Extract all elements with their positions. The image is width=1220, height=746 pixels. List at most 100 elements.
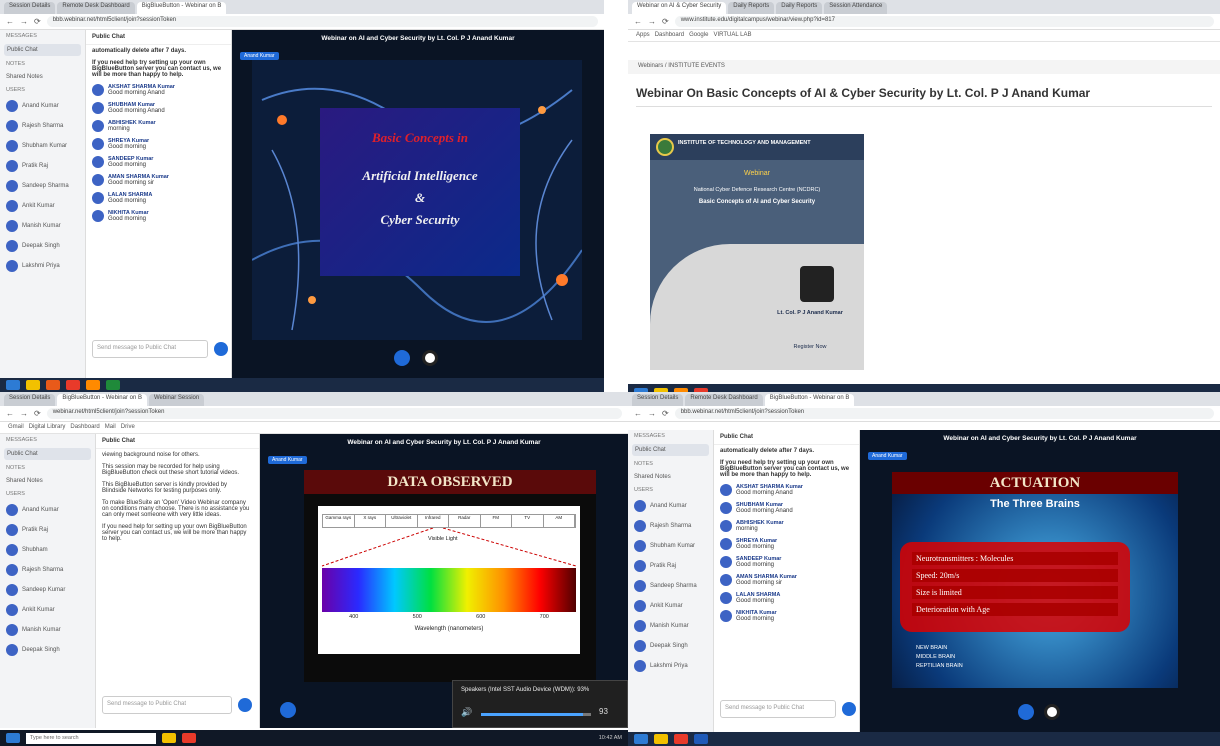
send-button[interactable] xyxy=(214,342,228,356)
user-list-item[interactable]: Shubham xyxy=(0,540,95,560)
user-list-item[interactable]: Anand Kumar xyxy=(0,500,95,520)
url-field[interactable]: webinar.net/html5client/join?sessionToke… xyxy=(46,408,622,419)
chrome-icon[interactable] xyxy=(182,733,196,743)
start-icon[interactable] xyxy=(634,734,648,744)
browser-tab-active[interactable]: BigBlueButton - Webinar on B xyxy=(136,2,227,14)
chat-input[interactable]: Send message to Public Chat xyxy=(92,340,208,358)
public-chat-item[interactable]: Public Chat xyxy=(4,44,81,56)
user-list-item[interactable]: Shubham Kumar xyxy=(628,536,713,556)
user-list-item[interactable]: Manish Kumar xyxy=(0,216,85,236)
browser-tab[interactable]: Session Details xyxy=(632,394,684,406)
chat-input[interactable]: Send message to Public Chat xyxy=(720,700,836,718)
bookmark[interactable]: Gmail xyxy=(8,424,24,430)
bookmark[interactable]: Mail xyxy=(105,424,116,430)
user-list-item[interactable]: Sandeep Sharma xyxy=(0,176,85,196)
user-list-item[interactable]: Deepak Singh xyxy=(0,236,85,256)
bookmark[interactable]: Apps xyxy=(636,32,650,38)
browser-tab[interactable]: Remote Desk Dashboard xyxy=(57,2,135,14)
folder-icon[interactable] xyxy=(26,380,40,390)
user-name: Rajesh Sharma xyxy=(650,523,692,529)
share-webcam-button[interactable] xyxy=(1044,704,1060,720)
user-list-item[interactable]: Deepak Singh xyxy=(0,640,95,660)
public-chat-item[interactable]: Public Chat xyxy=(632,444,709,456)
taskbar-search[interactable]: Type here to search xyxy=(26,732,156,744)
user-list-item[interactable]: Ankit Kumar xyxy=(0,196,85,216)
share-webcam-button[interactable] xyxy=(422,350,438,366)
bookmark[interactable]: Dashboard xyxy=(655,32,684,38)
firefox-icon[interactable] xyxy=(86,380,100,390)
browser-tab[interactable]: Session Details xyxy=(4,394,56,406)
users-heading: USERS xyxy=(6,87,25,93)
user-list-item[interactable]: Rajesh Sharma xyxy=(0,560,95,580)
bookmark[interactable]: Google xyxy=(689,32,708,38)
user-list-item[interactable]: Deepak Singh xyxy=(628,636,713,656)
url-field[interactable]: bbb.webinar.net/html5client/join?session… xyxy=(674,408,1214,419)
browser-tab[interactable]: Remote Desk Dashboard xyxy=(685,394,763,406)
browser-tab[interactable]: Daily Reports xyxy=(728,2,775,14)
chat-input[interactable]: Send message to Public Chat xyxy=(102,696,232,714)
user-list-item[interactable]: Pratik Raj xyxy=(628,556,713,576)
reload-icon[interactable]: ⟳ xyxy=(34,17,41,26)
user-list-item[interactable]: Manish Kumar xyxy=(0,620,95,640)
browser-tab[interactable]: Session Attendance xyxy=(824,2,888,14)
user-list-item[interactable]: Pratik Raj xyxy=(0,156,85,176)
browser-tab-active[interactable]: Webinar on AI & Cyber Security xyxy=(632,2,727,14)
url-field[interactable]: www.institute.edu/digitalcampus/webinar/… xyxy=(674,16,1214,27)
forward-icon[interactable]: → xyxy=(648,17,656,26)
chrome-icon[interactable] xyxy=(674,734,688,744)
browser-tab-active[interactable]: BigBlueButton - Webinar on B xyxy=(764,394,855,406)
forward-icon[interactable]: → xyxy=(648,409,656,418)
browser-tab[interactable]: Session Details xyxy=(4,2,56,14)
browser-tab[interactable]: Webinar Session xyxy=(148,394,205,406)
join-audio-button[interactable] xyxy=(394,350,410,366)
reload-icon[interactable]: ⟳ xyxy=(34,409,41,418)
back-icon[interactable]: ← xyxy=(6,17,14,26)
user-list-item[interactable]: Pratik Raj xyxy=(0,520,95,540)
forward-icon[interactable]: → xyxy=(20,17,28,26)
back-icon[interactable]: ← xyxy=(6,409,14,418)
bookmark[interactable]: Drive xyxy=(121,424,135,430)
join-audio-button[interactable] xyxy=(1018,704,1034,720)
user-list-item[interactable]: Manish Kumar xyxy=(628,616,713,636)
user-list-item[interactable]: Ankit Kumar xyxy=(0,600,95,620)
user-list-item[interactable]: Sandeep Sharma xyxy=(628,576,713,596)
back-icon[interactable]: ← xyxy=(634,17,642,26)
bookmark[interactable]: Digital Library xyxy=(29,424,66,430)
shared-notes-item[interactable]: Shared Notes xyxy=(0,474,95,488)
bookmark[interactable]: VIRTUAL LAB xyxy=(713,32,751,38)
user-list-item[interactable]: Anand Kumar xyxy=(628,496,713,516)
user-list-item[interactable]: Rajesh Sharma xyxy=(628,516,713,536)
reload-icon[interactable]: ⟳ xyxy=(662,409,669,418)
back-icon[interactable]: ← xyxy=(634,409,642,418)
user-list-item[interactable]: Rajesh Sharma xyxy=(0,116,85,136)
volume-slider[interactable] xyxy=(481,713,591,716)
shared-notes-item[interactable]: Shared Notes xyxy=(0,70,85,84)
presenter-badge: Anand Kumar xyxy=(240,52,279,60)
folder-icon[interactable] xyxy=(162,733,176,743)
user-list-item[interactable]: Shubham Kumar xyxy=(0,136,85,156)
folder-icon[interactable] xyxy=(654,734,668,744)
public-chat-item[interactable]: Public Chat xyxy=(4,448,91,460)
browser-tab-active[interactable]: BigBlueButton - Webinar on B xyxy=(57,394,147,406)
send-button[interactable] xyxy=(842,702,856,716)
user-list-item[interactable]: Lakshmi Priya xyxy=(0,256,85,276)
join-audio-button[interactable] xyxy=(280,702,296,718)
chrome-icon[interactable] xyxy=(66,380,80,390)
audio-device-label: Speakers (Intel SST Audio Device (WDM)):… xyxy=(461,687,590,693)
url-field[interactable]: bbb.webinar.net/html5client/join?session… xyxy=(46,16,598,27)
user-list-item[interactable]: Ankit Kumar xyxy=(628,596,713,616)
user-list-item[interactable]: Lakshmi Priya xyxy=(628,656,713,676)
forward-icon[interactable]: → xyxy=(20,409,28,418)
media-icon[interactable] xyxy=(46,380,60,390)
word-icon[interactable] xyxy=(694,734,708,744)
shared-notes-item[interactable]: Shared Notes xyxy=(628,470,713,484)
reload-icon[interactable]: ⟳ xyxy=(662,17,669,26)
bookmark[interactable]: Dashboard xyxy=(70,424,99,430)
user-list-item[interactable]: Sandeep Kumar xyxy=(0,580,95,600)
browser-tab[interactable]: Daily Reports xyxy=(776,2,823,14)
start-icon[interactable] xyxy=(6,380,20,390)
excel-icon[interactable] xyxy=(106,380,120,390)
start-icon[interactable] xyxy=(6,733,20,743)
send-button[interactable] xyxy=(238,698,252,712)
user-list-item[interactable]: Anand Kumar xyxy=(0,96,85,116)
